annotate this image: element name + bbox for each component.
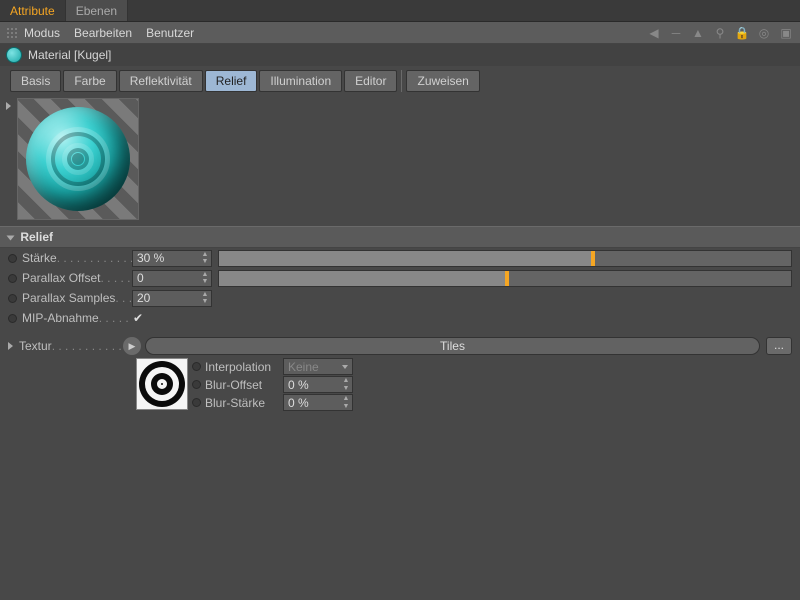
material-icon (6, 47, 22, 63)
menu-modus[interactable]: Modus (24, 26, 60, 40)
target-icon[interactable]: ◎ (756, 25, 772, 41)
anim-dot[interactable] (8, 294, 17, 303)
label-textur: Textur (19, 339, 123, 353)
value-parallax-offset: 0 (137, 271, 144, 285)
label-parallax-offset: Parallax Offset (22, 271, 132, 285)
material-preview[interactable] (17, 98, 139, 220)
label-parallax-samples: Parallax Samples (22, 291, 132, 305)
ctab-farbe[interactable]: Farbe (63, 70, 116, 92)
tab-attribute[interactable]: Attribute (0, 0, 66, 21)
label-mip-abnahme: MIP-Abnahme (22, 311, 132, 325)
ctab-basis[interactable]: Basis (10, 70, 61, 92)
input-staerke[interactable]: 30 % ▲▼ (132, 250, 212, 267)
tab-ebenen[interactable]: Ebenen (66, 0, 128, 21)
spinner-icon[interactable]: ▲▼ (199, 291, 211, 306)
param-staerke: Stärke 30 % ▲▼ (0, 248, 800, 268)
anim-dot[interactable] (8, 314, 17, 323)
shader-name-field[interactable]: Tiles (145, 337, 760, 355)
texture-swatch[interactable] (136, 358, 188, 410)
slider-staerke[interactable] (218, 250, 792, 267)
anim-dot[interactable] (192, 398, 201, 407)
ctab-relief[interactable]: Relief (205, 70, 258, 92)
ctab-editor[interactable]: Editor (344, 70, 397, 92)
history-up-icon[interactable]: ▲ (690, 25, 706, 41)
grip-icon[interactable] (6, 27, 18, 39)
history-divider-icon: ─ (668, 25, 684, 41)
menu-benutzer[interactable]: Benutzer (146, 26, 194, 40)
value-blur-staerke: 0 % (288, 396, 309, 410)
new-window-icon[interactable]: ▣ (778, 25, 794, 41)
value-blur-offset: 0 % (288, 378, 309, 392)
history-prev-icon[interactable]: ◀ (646, 25, 662, 41)
checkbox-mip-abnahme[interactable]: ✔ (132, 312, 144, 324)
ctab-reflekt[interactable]: Reflektivität (119, 70, 203, 92)
anim-dot[interactable] (192, 362, 201, 371)
section-relief-label: Relief (20, 230, 53, 244)
shader-popup-button[interactable]: ▶ (123, 337, 141, 355)
disclosure-down-icon (7, 235, 15, 240)
texture-subpanel: Interpolation Keine Blur-Offset 0 % ▲▼ B… (128, 356, 800, 415)
menu-bearbeiten[interactable]: Bearbeiten (74, 26, 132, 40)
browse-button[interactable]: ... (766, 337, 792, 355)
search-icon[interactable]: ⚲ (712, 25, 728, 41)
spinner-icon[interactable]: ▲▼ (199, 251, 211, 266)
param-textur: Textur ▶ Tiles ... (0, 336, 800, 356)
label-blur-offset: Blur-Offset (205, 378, 283, 392)
ctab-illumination[interactable]: Illumination (259, 70, 342, 92)
anim-dot[interactable] (192, 380, 201, 389)
anim-dot[interactable] (8, 254, 17, 263)
spinner-icon[interactable]: ▲▼ (340, 377, 352, 392)
top-tab-strip: Attribute Ebenen (0, 0, 800, 22)
value-parallax-samples: 20 (137, 291, 150, 305)
label-staerke: Stärke (22, 251, 132, 265)
spinner-icon[interactable]: ▲▼ (340, 395, 352, 410)
label-interpolation: Interpolation (205, 360, 283, 374)
input-parallax-offset[interactable]: 0 ▲▼ (132, 270, 212, 287)
section-relief-heading[interactable]: Relief (0, 226, 800, 248)
tab-divider (401, 70, 402, 92)
label-blur-staerke: Blur-Stärke (205, 396, 283, 410)
ctab-zuweisen[interactable]: Zuweisen (406, 70, 479, 92)
anim-dot[interactable] (8, 274, 17, 283)
param-mip-abnahme: MIP-Abnahme ✔ (0, 308, 800, 328)
object-header: Material [Kugel] (0, 44, 800, 66)
object-title: Material [Kugel] (28, 48, 111, 62)
input-blur-staerke[interactable]: 0 % ▲▼ (283, 394, 353, 411)
value-interpolation: Keine (288, 360, 319, 374)
spinner-icon[interactable]: ▲▼ (199, 271, 211, 286)
value-staerke: 30 % (137, 251, 164, 265)
input-blur-offset[interactable]: 0 % ▲▼ (283, 376, 353, 393)
preview-disclosure-icon[interactable] (6, 102, 11, 110)
menu-bar: Modus Bearbeiten Benutzer ◀ ─ ▲ ⚲ 🔒 ◎ ▣ (0, 22, 800, 44)
channel-tabs: Basis Farbe Reflektivität Relief Illumin… (0, 66, 800, 96)
param-parallax-samples: Parallax Samples 20 ▲▼ (0, 288, 800, 308)
param-parallax-offset: Parallax Offset 0 ▲▼ (0, 268, 800, 288)
disclosure-right-icon[interactable] (8, 342, 13, 350)
slider-parallax-offset[interactable] (218, 270, 792, 287)
input-parallax-samples[interactable]: 20 ▲▼ (132, 290, 212, 307)
dropdown-interpolation[interactable]: Keine (283, 358, 353, 375)
lock-icon[interactable]: 🔒 (734, 25, 750, 41)
